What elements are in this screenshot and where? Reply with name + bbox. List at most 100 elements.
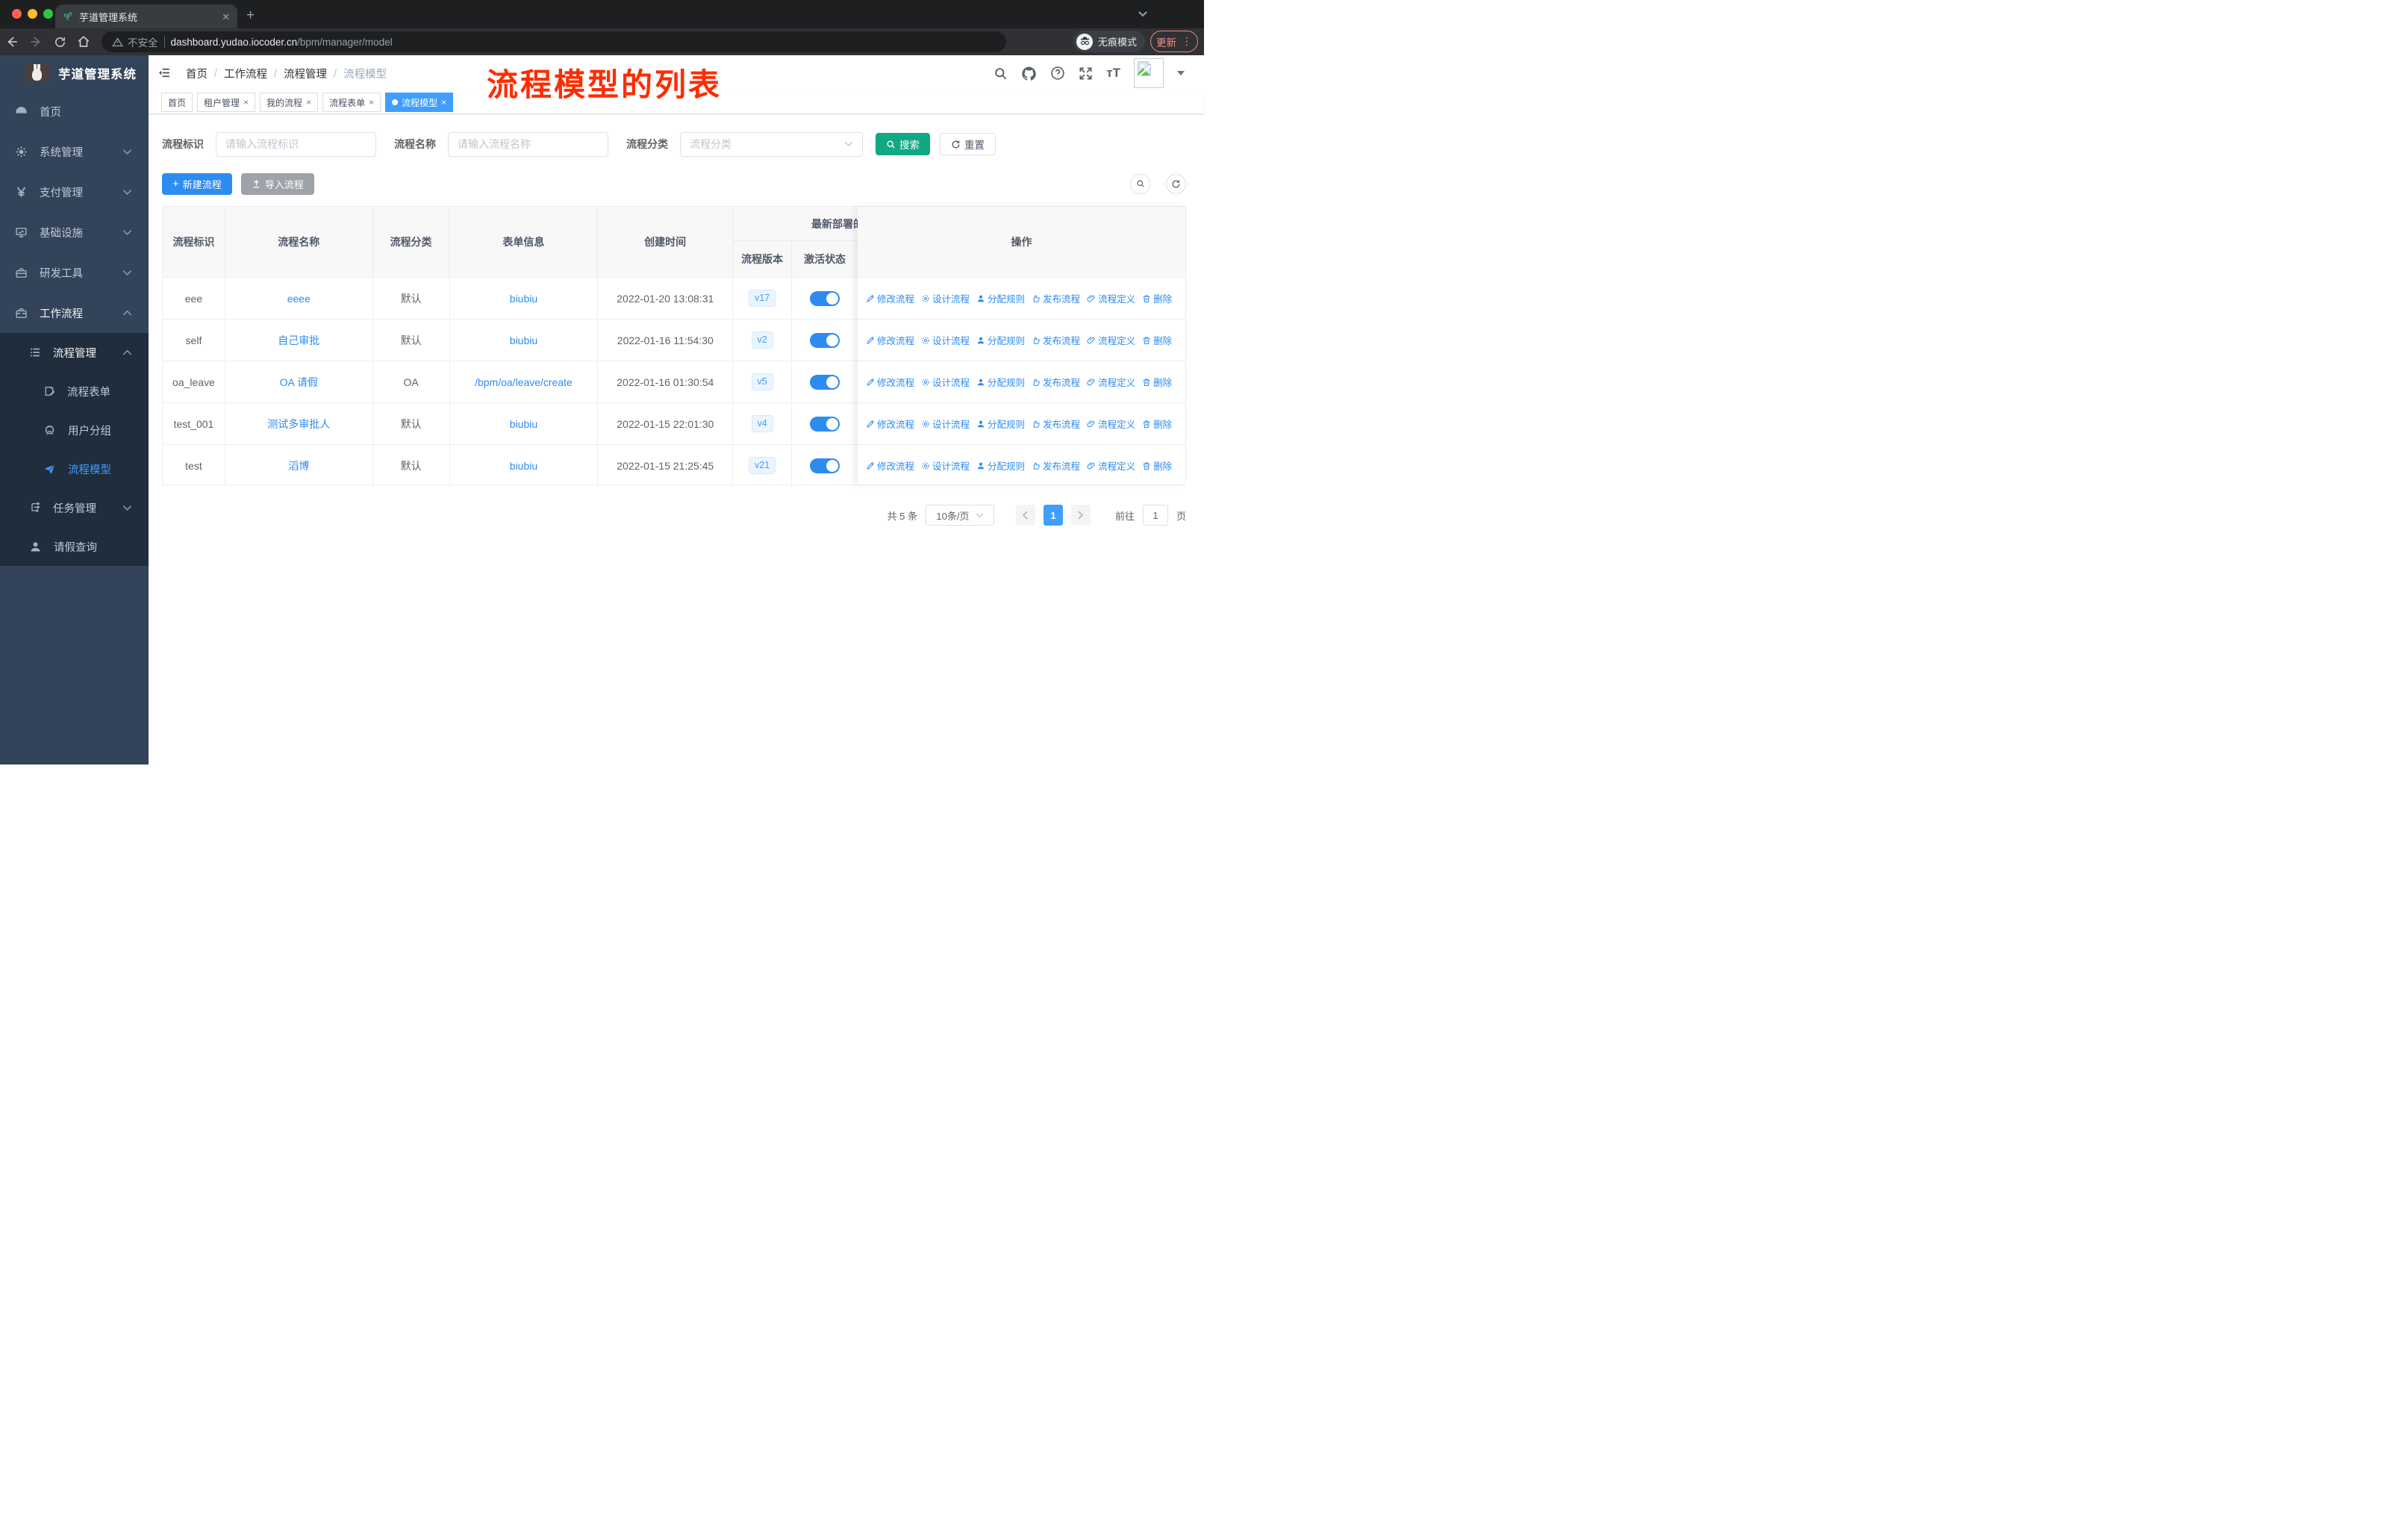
process-name-link[interactable]: OA 请假 (280, 375, 318, 390)
minimize-window-button[interactable] (28, 9, 37, 19)
action-delete-link[interactable]: 删除 (1142, 333, 1172, 347)
action-edit-link[interactable]: 修改流程 (866, 417, 914, 431)
form-info-link[interactable]: biubiu (510, 460, 537, 472)
forward-icon[interactable] (24, 35, 48, 49)
reload-icon[interactable] (48, 36, 72, 49)
active-toggle[interactable] (810, 374, 840, 390)
tab-search-chevron-icon[interactable] (1138, 10, 1148, 18)
address-bar[interactable]: 不安全 dashboard.yudao.iocoder.cn/bpm/manag… (102, 31, 1006, 52)
sidebar-item-1[interactable]: 首页 (0, 91, 149, 131)
active-toggle[interactable] (810, 416, 840, 432)
tag-1[interactable]: 首页 (161, 93, 193, 112)
show-search-toggle-button[interactable] (1130, 173, 1150, 194)
action-design-link[interactable]: 设计流程 (921, 375, 970, 389)
browser-tab[interactable]: 芋道管理系统 ✕ (55, 4, 237, 28)
tag-close-icon[interactable]: × (369, 97, 374, 108)
sidebar-item-2[interactable]: 系统管理 (0, 131, 149, 172)
next-page-button[interactable] (1070, 505, 1091, 526)
action-definition-link[interactable]: 流程定义 (1087, 417, 1135, 431)
github-icon[interactable] (1021, 66, 1037, 81)
action-delete-link[interactable]: 删除 (1142, 375, 1172, 389)
action-assign-link[interactable]: 分配规则 (976, 417, 1025, 431)
search-button[interactable]: 搜索 (876, 133, 930, 155)
action-edit-link[interactable]: 修改流程 (866, 333, 914, 347)
breadcrumb-item[interactable]: 流程管理 (284, 66, 327, 81)
tag-3[interactable]: 我的流程 × (260, 93, 319, 112)
action-definition-link[interactable]: 流程定义 (1087, 375, 1135, 389)
action-design-link[interactable]: 设计流程 (921, 333, 970, 347)
action-deploy-link[interactable]: 发布流程 (1032, 291, 1080, 305)
action-deploy-link[interactable]: 发布流程 (1032, 333, 1080, 347)
process-name-link[interactable]: 测试多审批人 (267, 417, 330, 432)
breadcrumb-item[interactable]: 首页 (186, 66, 208, 81)
prev-page-button[interactable] (1015, 505, 1035, 526)
action-edit-link[interactable]: 修改流程 (866, 375, 914, 389)
action-deploy-link[interactable]: 发布流程 (1032, 417, 1080, 431)
action-design-link[interactable]: 设计流程 (921, 458, 970, 473)
page-number-current[interactable]: 1 (1043, 505, 1063, 526)
sidebar-item-3[interactable]: 支付管理 (0, 172, 149, 212)
refresh-table-button[interactable] (1166, 173, 1186, 194)
sidebar-item-12[interactable]: 请假查询 (0, 527, 149, 566)
action-delete-link[interactable]: 删除 (1142, 458, 1172, 473)
action-delete-link[interactable]: 删除 (1142, 291, 1172, 305)
action-design-link[interactable]: 设计流程 (921, 291, 970, 305)
new-tab-button[interactable]: + (246, 8, 255, 22)
action-edit-link[interactable]: 修改流程 (866, 458, 914, 473)
form-info-link[interactable]: biubiu (510, 418, 537, 430)
action-assign-link[interactable]: 分配规则 (976, 458, 1025, 473)
reset-button[interactable]: 重置 (940, 133, 996, 155)
sidebar-item-4[interactable]: 基础设施 (0, 212, 149, 252)
security-label[interactable]: 不安全 (128, 34, 158, 49)
sidebar-item-7[interactable]: 流程管理 (0, 333, 149, 372)
sidebar-item-8[interactable]: 流程表单 (0, 372, 149, 411)
browser-menu-icon[interactable]: ⋮ (1182, 35, 1192, 48)
sidebar-item-9[interactable]: 用户分组 (0, 411, 149, 449)
tag-4[interactable]: 流程表单 × (322, 93, 381, 112)
tag-5[interactable]: 流程模型 × (385, 93, 454, 112)
collapse-sidebar-icon[interactable] (158, 66, 171, 79)
back-icon[interactable] (0, 35, 24, 49)
active-toggle[interactable] (810, 290, 840, 306)
fullscreen-icon[interactable] (1079, 66, 1093, 81)
active-toggle[interactable] (810, 332, 840, 348)
import-process-button[interactable]: 导入流程 (240, 172, 314, 195)
tag-close-icon[interactable]: × (441, 97, 446, 108)
process-name-link[interactable]: 自己审批 (278, 333, 319, 348)
search-icon[interactable] (994, 66, 1008, 81)
form-info-link[interactable]: /bpm/oa/leave/create (475, 376, 573, 388)
action-assign-link[interactable]: 分配规则 (976, 375, 1025, 389)
action-delete-link[interactable]: 删除 (1142, 417, 1172, 431)
breadcrumb-item[interactable]: 工作流程 (224, 66, 267, 81)
app-logo[interactable]: 芋道管理系统 (0, 55, 149, 91)
sidebar-item-6[interactable]: 工作流程 (0, 293, 149, 333)
user-avatar[interactable] (1134, 58, 1164, 88)
process-name-input[interactable]: 请输入流程名称 (448, 131, 608, 157)
tag-2[interactable]: 租户管理 × (197, 93, 256, 112)
action-definition-link[interactable]: 流程定义 (1087, 291, 1135, 305)
sidebar-item-5[interactable]: 研发工具 (0, 252, 149, 293)
action-deploy-link[interactable]: 发布流程 (1032, 458, 1080, 473)
action-definition-link[interactable]: 流程定义 (1087, 458, 1135, 473)
page-size-select[interactable]: 10条/页 (925, 505, 994, 526)
zoom-window-button[interactable] (43, 9, 53, 19)
form-info-link[interactable]: biubiu (510, 293, 537, 305)
process-category-select[interactable]: 流程分类 (680, 131, 863, 157)
font-size-icon[interactable]: ᴛT (1106, 66, 1120, 81)
action-deploy-link[interactable]: 发布流程 (1032, 375, 1080, 389)
tag-close-icon[interactable]: × (243, 97, 249, 108)
tag-close-icon[interactable]: × (306, 97, 311, 108)
process-key-input[interactable]: 请输入流程标识 (216, 131, 376, 157)
sidebar-item-11[interactable]: 任务管理 (0, 488, 149, 527)
active-toggle[interactable] (810, 458, 840, 473)
goto-page-input[interactable]: 1 (1142, 505, 1168, 526)
action-design-link[interactable]: 设计流程 (921, 417, 970, 431)
form-info-link[interactable]: biubiu (510, 334, 537, 346)
close-window-button[interactable] (12, 9, 22, 19)
action-assign-link[interactable]: 分配规则 (976, 333, 1025, 347)
home-icon[interactable] (72, 35, 96, 49)
process-name-link[interactable]: 滔博 (288, 458, 309, 473)
action-definition-link[interactable]: 流程定义 (1087, 333, 1135, 347)
action-assign-link[interactable]: 分配规则 (976, 291, 1025, 305)
create-process-button[interactable]: + 新建流程 (162, 172, 232, 195)
